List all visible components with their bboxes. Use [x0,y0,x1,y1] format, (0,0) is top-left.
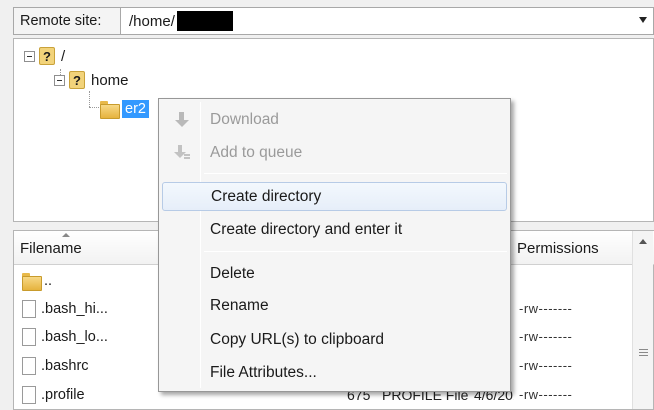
menu-item-add-to-queue-label: Add to queue [210,143,303,161]
collapse-icon[interactable] [54,74,65,86]
file-icon [22,386,36,404]
menu-item-create-directory-enter[interactable]: Create directory and enter it [162,215,507,244]
unknown-folder-icon: ? [39,47,55,65]
vertical-scrollbar[interactable] [632,231,653,409]
file-name: .bash_hi... [41,301,108,317]
menu-item-copy-url[interactable]: Copy URL(s) to clipboard [162,325,507,354]
file-icon [22,357,36,375]
tree-node-root-label: / [61,47,66,65]
redacted-path-segment [176,11,233,31]
file-permissions: -rw------- [519,329,573,344]
menu-item-rename[interactable]: Rename [162,291,507,320]
file-name: .bashrc [41,358,89,374]
menu-item-copy-url-label: Copy URL(s) to clipboard [210,330,385,348]
folder-icon [22,273,42,291]
file-permissions: -rw------- [519,387,573,402]
menu-item-download-label: Download [210,110,279,128]
menu-item-file-attributes-label: File Attributes... [210,363,317,381]
remote-path-text: /home/ [129,12,175,30]
add-to-queue-icon [174,144,190,162]
remote-site-bar: Remote site: /home/ [13,6,654,36]
menu-item-create-directory-enter-label: Create directory and enter it [210,220,403,238]
download-icon [174,111,190,129]
menu-item-create-directory-label: Create directory [211,187,322,205]
menu-item-delete-label: Delete [210,264,255,282]
folder-icon [100,101,120,119]
menu-item-download[interactable]: Download [162,105,507,134]
file-icon [22,328,36,346]
remote-path-combo[interactable]: /home/ [121,7,654,35]
file-icon [22,300,36,318]
file-permissions: -rw------- [519,358,573,373]
sort-ascending-icon [62,233,70,237]
tree-connector [89,107,99,108]
menu-item-create-directory[interactable]: Create directory [162,182,507,211]
scroll-up-icon[interactable] [639,239,647,244]
context-menu: Download Add to queue Create directory C… [158,98,511,392]
tree-node-home-label: home [91,71,129,89]
collapse-icon[interactable] [24,50,35,62]
column-header-filename-label: Filename [20,239,82,257]
tree-node-selected-folder[interactable]: er2 [100,98,149,120]
column-header-filename[interactable]: Filename [14,231,164,265]
tree-node-home[interactable]: ? home [54,69,129,91]
chevron-down-icon[interactable] [639,17,647,23]
scroll-grip-icon[interactable] [639,349,648,358]
file-name: .profile [41,387,85,403]
tree-node-root[interactable]: ? / [24,45,65,67]
menu-item-add-to-queue[interactable]: Add to queue [162,138,507,167]
menu-item-file-attributes[interactable]: File Attributes... [162,358,507,387]
menu-item-delete[interactable]: Delete [162,259,507,288]
unknown-folder-icon: ? [69,71,85,89]
menu-item-rename-label: Rename [210,296,269,314]
tree-node-selected-label: er2 [122,100,149,118]
menu-separator [204,173,507,174]
column-header-permissions[interactable]: Permissions [511,231,634,265]
file-name: .bash_lo... [41,329,108,345]
menu-separator [204,251,507,252]
file-name: .. [44,273,53,289]
column-header-permissions-label: Permissions [517,239,599,257]
tree-connector [89,91,90,107]
file-permissions: -rw------- [519,301,573,316]
remote-site-label: Remote site: [13,7,121,35]
